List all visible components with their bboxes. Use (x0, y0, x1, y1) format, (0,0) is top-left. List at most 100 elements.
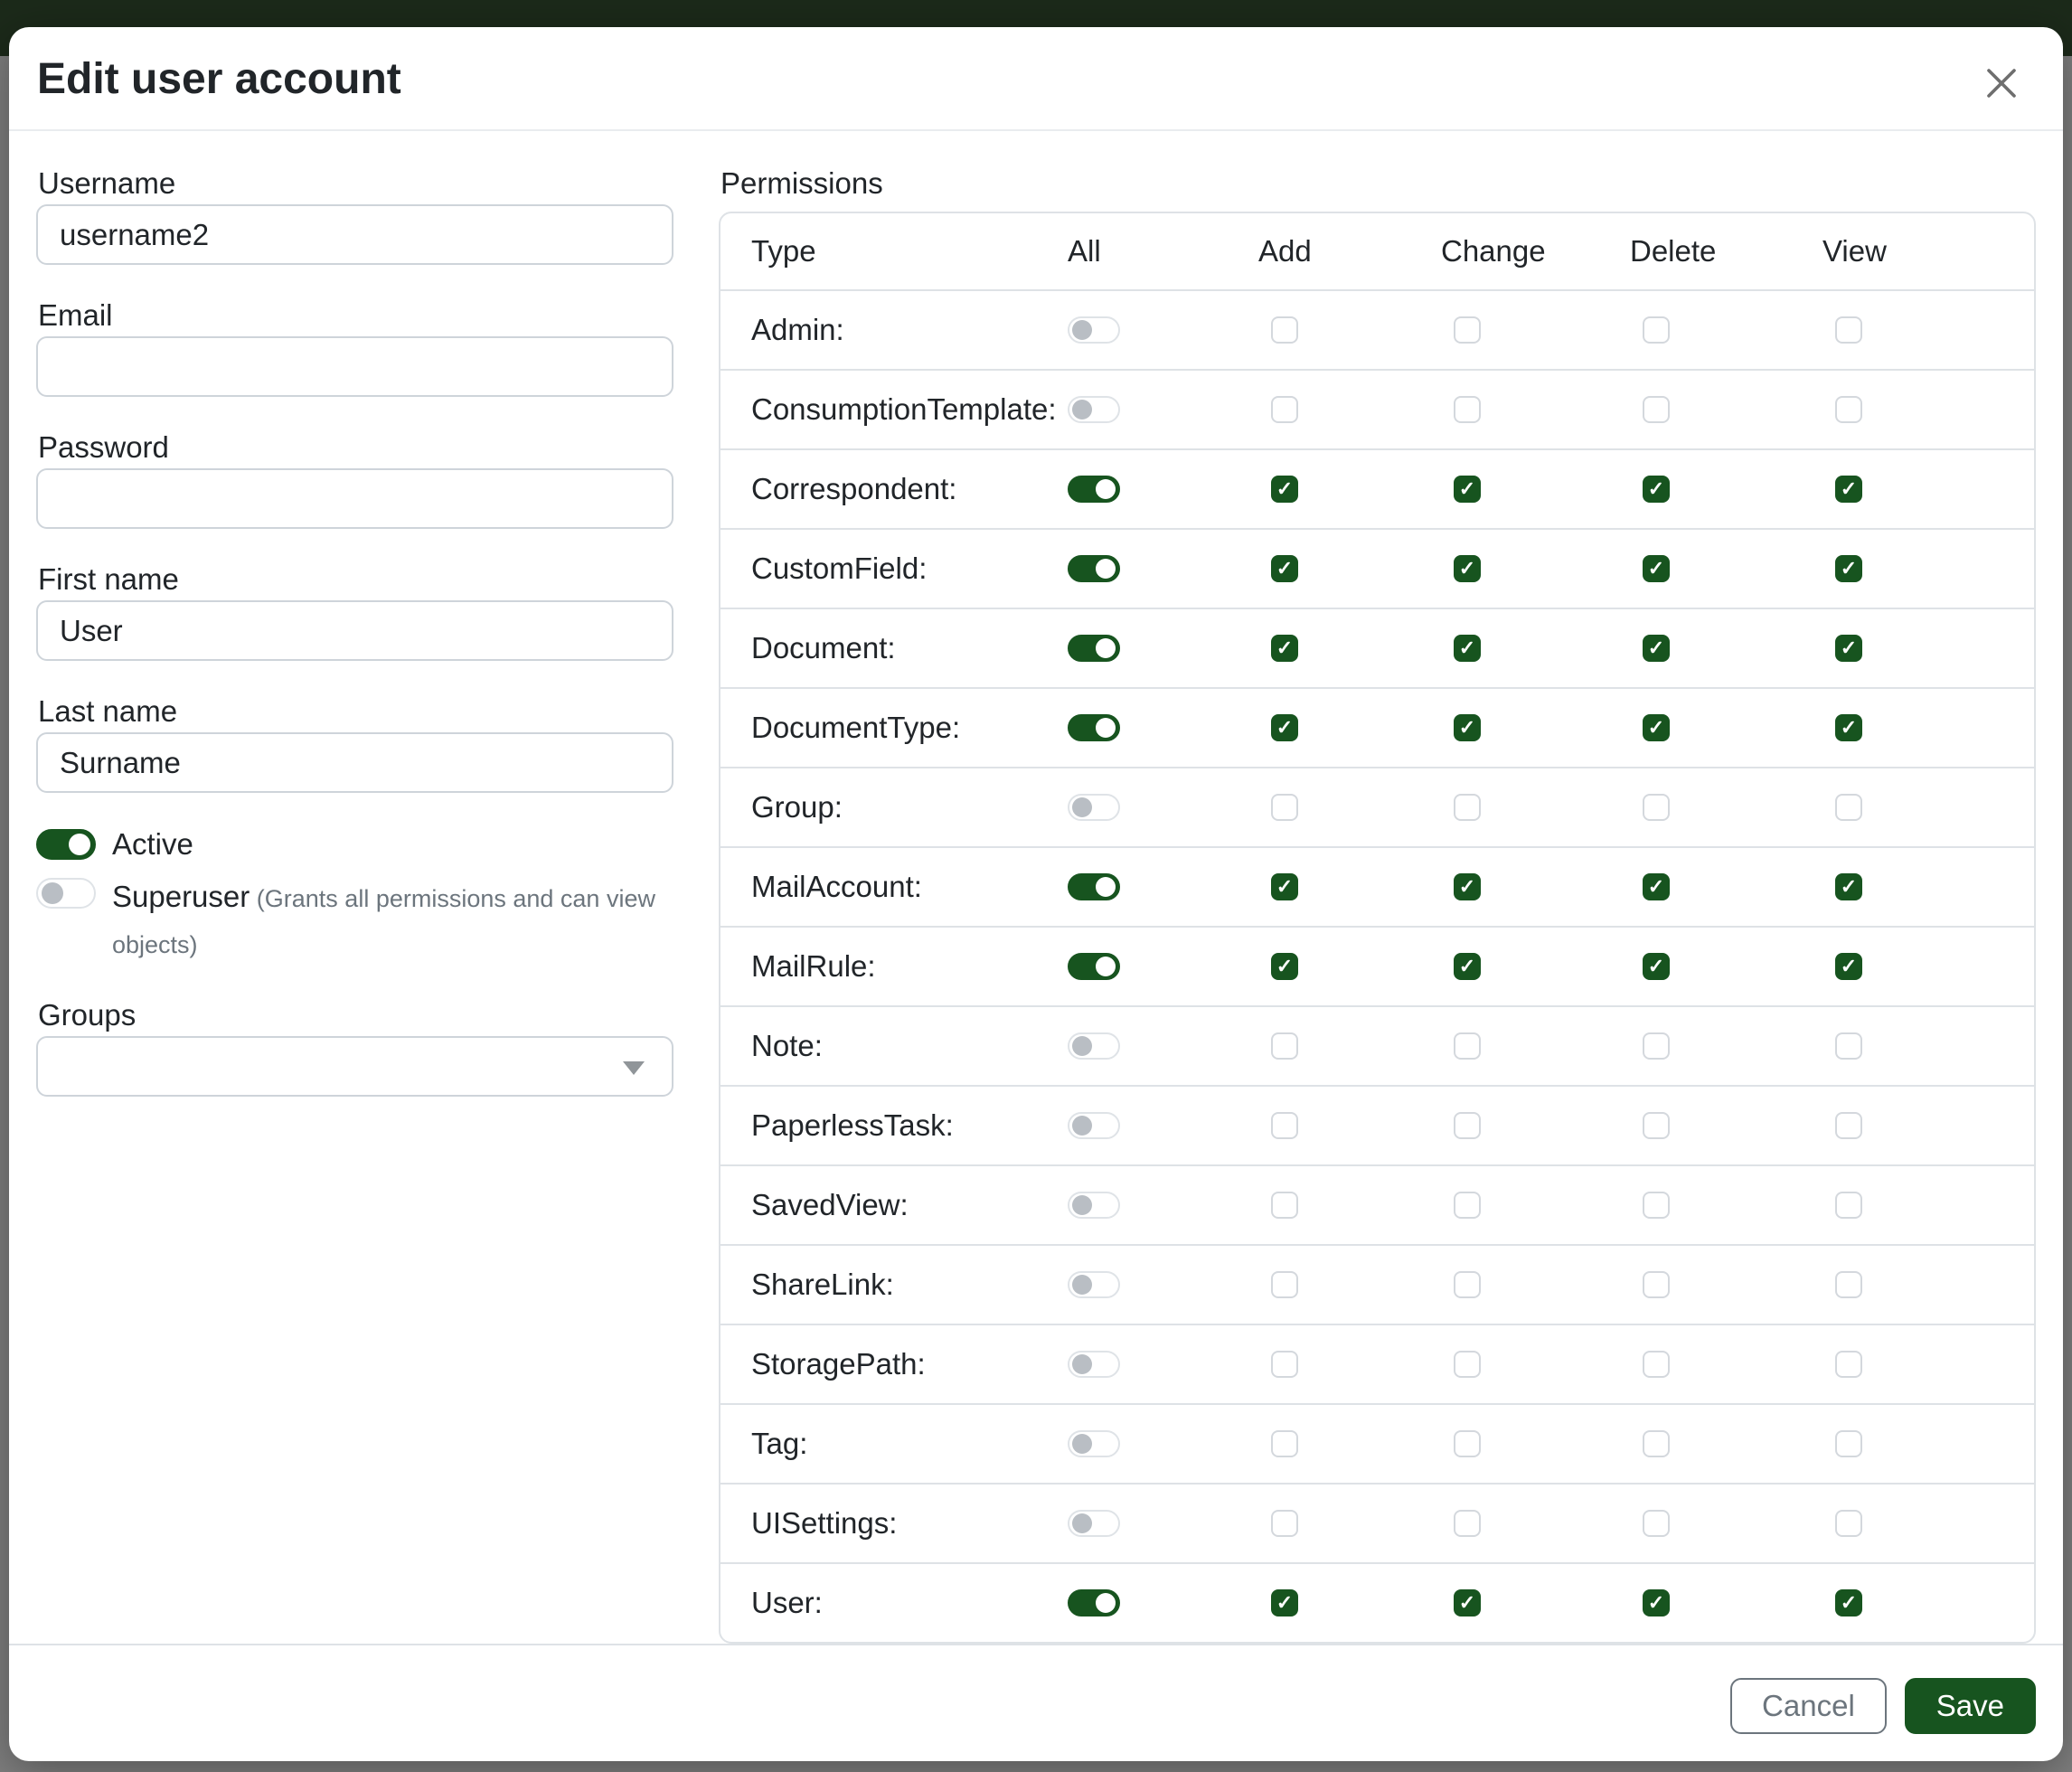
add-checkbox[interactable] (1271, 396, 1298, 423)
change-checkbox[interactable]: ✓ (1454, 555, 1481, 582)
all-toggle[interactable] (1068, 1589, 1120, 1616)
all-toggle[interactable] (1068, 873, 1120, 900)
view-checkbox[interactable]: ✓ (1835, 1589, 1862, 1616)
delete-checkbox[interactable] (1643, 1032, 1670, 1060)
change-checkbox[interactable] (1454, 1510, 1481, 1537)
change-checkbox[interactable] (1454, 1271, 1481, 1298)
change-checkbox[interactable] (1454, 1192, 1481, 1219)
view-checkbox[interactable] (1835, 1351, 1862, 1378)
all-toggle[interactable] (1068, 476, 1120, 503)
add-checkbox[interactable] (1271, 1271, 1298, 1298)
add-checkbox[interactable]: ✓ (1271, 635, 1298, 662)
all-toggle[interactable] (1068, 714, 1120, 741)
add-checkbox[interactable] (1271, 1192, 1298, 1219)
add-checkbox[interactable] (1271, 1112, 1298, 1139)
add-checkbox[interactable] (1271, 1510, 1298, 1537)
all-toggle[interactable] (1068, 1192, 1120, 1219)
change-checkbox[interactable]: ✓ (1454, 635, 1481, 662)
delete-checkbox[interactable] (1643, 396, 1670, 423)
username-input[interactable] (36, 204, 673, 265)
password-input[interactable] (36, 468, 673, 529)
change-checkbox[interactable] (1454, 1032, 1481, 1060)
view-checkbox[interactable]: ✓ (1835, 873, 1862, 900)
all-toggle[interactable] (1068, 794, 1120, 821)
delete-checkbox[interactable] (1643, 316, 1670, 344)
active-toggle[interactable] (36, 829, 96, 860)
first-name-input[interactable] (36, 600, 673, 661)
delete-checkbox[interactable]: ✓ (1643, 476, 1670, 503)
add-checkbox[interactable]: ✓ (1271, 714, 1298, 741)
add-checkbox[interactable] (1271, 1351, 1298, 1378)
all-toggle[interactable] (1068, 1271, 1120, 1298)
delete-checkbox[interactable] (1643, 1192, 1670, 1219)
delete-checkbox[interactable] (1643, 1271, 1670, 1298)
add-checkbox[interactable]: ✓ (1271, 873, 1298, 900)
delete-checkbox[interactable]: ✓ (1643, 555, 1670, 582)
view-checkbox[interactable] (1835, 1430, 1862, 1457)
cancel-button[interactable]: Cancel (1730, 1678, 1887, 1734)
view-checkbox[interactable] (1835, 1510, 1862, 1537)
add-checkbox[interactable] (1271, 1430, 1298, 1457)
delete-checkbox[interactable]: ✓ (1643, 635, 1670, 662)
view-checkbox[interactable] (1835, 1271, 1862, 1298)
email-input[interactable] (36, 336, 673, 397)
change-checkbox[interactable] (1454, 1112, 1481, 1139)
all-toggle[interactable] (1068, 953, 1120, 980)
perm-cell-all (1068, 635, 1258, 662)
add-checkbox[interactable] (1271, 1032, 1298, 1060)
delete-checkbox[interactable] (1643, 794, 1670, 821)
delete-checkbox[interactable] (1643, 1510, 1670, 1537)
all-toggle[interactable] (1068, 1430, 1120, 1457)
change-checkbox[interactable] (1454, 1430, 1481, 1457)
last-name-input[interactable] (36, 732, 673, 793)
change-checkbox[interactable] (1454, 794, 1481, 821)
all-toggle[interactable] (1068, 1032, 1120, 1060)
all-toggle[interactable] (1068, 1112, 1120, 1139)
change-checkbox[interactable]: ✓ (1454, 1589, 1481, 1616)
close-button[interactable] (1980, 61, 2023, 105)
add-checkbox[interactable]: ✓ (1271, 953, 1298, 980)
view-checkbox[interactable] (1835, 794, 1862, 821)
delete-checkbox[interactable] (1643, 1112, 1670, 1139)
view-checkbox[interactable]: ✓ (1835, 635, 1862, 662)
permission-type-label: Admin: (720, 313, 1068, 347)
all-toggle[interactable] (1068, 635, 1120, 662)
change-checkbox[interactable] (1454, 316, 1481, 344)
change-checkbox[interactable]: ✓ (1454, 476, 1481, 503)
all-toggle[interactable] (1068, 555, 1120, 582)
view-checkbox[interactable]: ✓ (1835, 714, 1862, 741)
delete-checkbox[interactable] (1643, 1351, 1670, 1378)
delete-checkbox[interactable]: ✓ (1643, 953, 1670, 980)
change-checkbox[interactable]: ✓ (1454, 953, 1481, 980)
view-checkbox[interactable]: ✓ (1835, 555, 1862, 582)
all-toggle[interactable] (1068, 1510, 1120, 1537)
view-checkbox[interactable] (1835, 316, 1862, 344)
delete-checkbox[interactable] (1643, 1430, 1670, 1457)
view-checkbox[interactable]: ✓ (1835, 476, 1862, 503)
add-checkbox[interactable]: ✓ (1271, 476, 1298, 503)
delete-checkbox[interactable]: ✓ (1643, 714, 1670, 741)
save-button[interactable]: Save (1905, 1678, 2036, 1734)
change-checkbox[interactable]: ✓ (1454, 714, 1481, 741)
delete-checkbox[interactable]: ✓ (1643, 1589, 1670, 1616)
add-checkbox[interactable]: ✓ (1271, 555, 1298, 582)
change-checkbox[interactable] (1454, 396, 1481, 423)
view-checkbox[interactable] (1835, 1112, 1862, 1139)
add-checkbox[interactable]: ✓ (1271, 1589, 1298, 1616)
all-toggle[interactable] (1068, 396, 1120, 423)
change-checkbox[interactable] (1454, 1351, 1481, 1378)
add-checkbox[interactable] (1271, 794, 1298, 821)
perm-cell-add (1258, 1271, 1441, 1298)
view-checkbox[interactable] (1835, 1192, 1862, 1219)
superuser-toggle[interactable] (36, 878, 96, 909)
add-checkbox[interactable] (1271, 316, 1298, 344)
view-checkbox[interactable] (1835, 396, 1862, 423)
groups-select[interactable] (36, 1036, 673, 1097)
view-checkbox[interactable]: ✓ (1835, 953, 1862, 980)
change-checkbox[interactable]: ✓ (1454, 873, 1481, 900)
all-toggle[interactable] (1068, 316, 1120, 344)
view-checkbox[interactable] (1835, 1032, 1862, 1060)
all-toggle[interactable] (1068, 1351, 1120, 1378)
perm-cell-change (1441, 1112, 1630, 1139)
delete-checkbox[interactable]: ✓ (1643, 873, 1670, 900)
